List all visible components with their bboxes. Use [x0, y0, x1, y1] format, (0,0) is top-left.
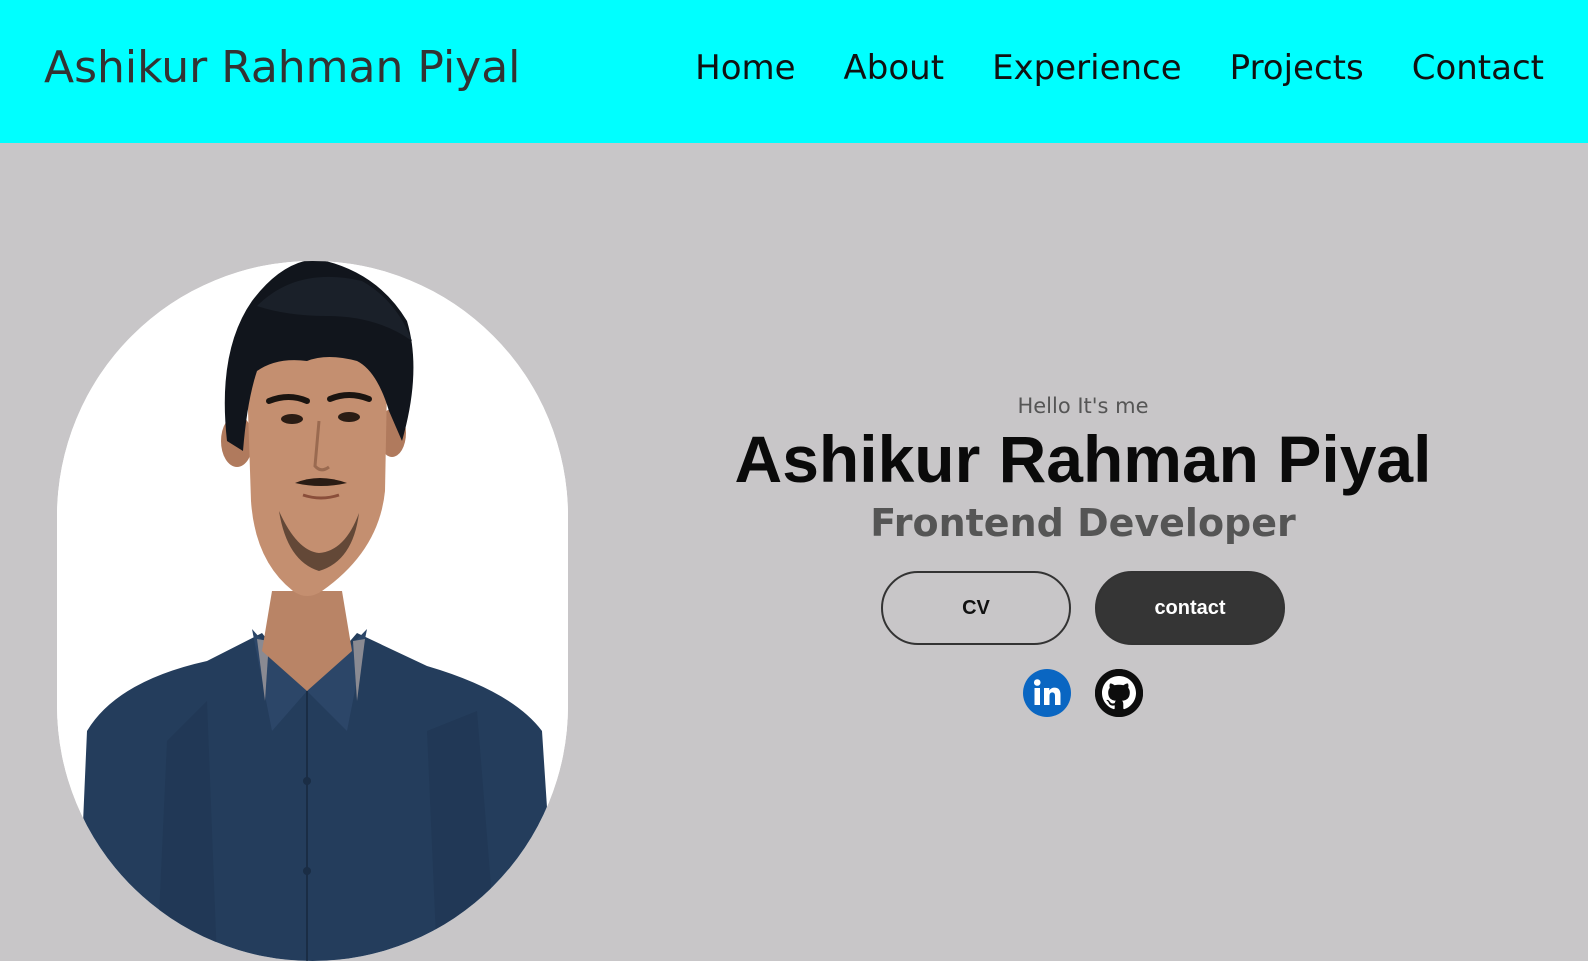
social-links: [700, 669, 1466, 717]
profile-photo: [57, 261, 568, 961]
nav-projects[interactable]: Projects: [1230, 46, 1364, 90]
navbar: Ashikur Rahman Piyal Home About Experien…: [0, 0, 1588, 143]
nav-links: Home About Experience Projects Contact: [695, 46, 1544, 90]
github-icon[interactable]: [1095, 669, 1143, 717]
hero-intro: Hello It's me Ashikur Rahman Piyal Front…: [700, 393, 1466, 717]
linkedin-icon[interactable]: [1023, 669, 1071, 717]
nav-about[interactable]: About: [844, 46, 945, 90]
contact-button[interactable]: contact: [1095, 571, 1285, 645]
role-text: Frontend Developer: [870, 501, 1296, 545]
site-logo[interactable]: Ashikur Rahman Piyal: [44, 40, 520, 96]
nav-home[interactable]: Home: [695, 46, 795, 90]
nav-contact[interactable]: Contact: [1412, 46, 1544, 90]
cv-button[interactable]: CV: [881, 571, 1071, 645]
greeting-text: Hello It's me: [1017, 394, 1149, 418]
nav-experience[interactable]: Experience: [992, 46, 1182, 90]
hero-buttons: CV contact: [700, 571, 1466, 645]
hero-section: Hello It's me Ashikur Rahman Piyal Front…: [0, 143, 1588, 961]
hero-name: Ashikur Rahman Piyal: [734, 422, 1432, 496]
